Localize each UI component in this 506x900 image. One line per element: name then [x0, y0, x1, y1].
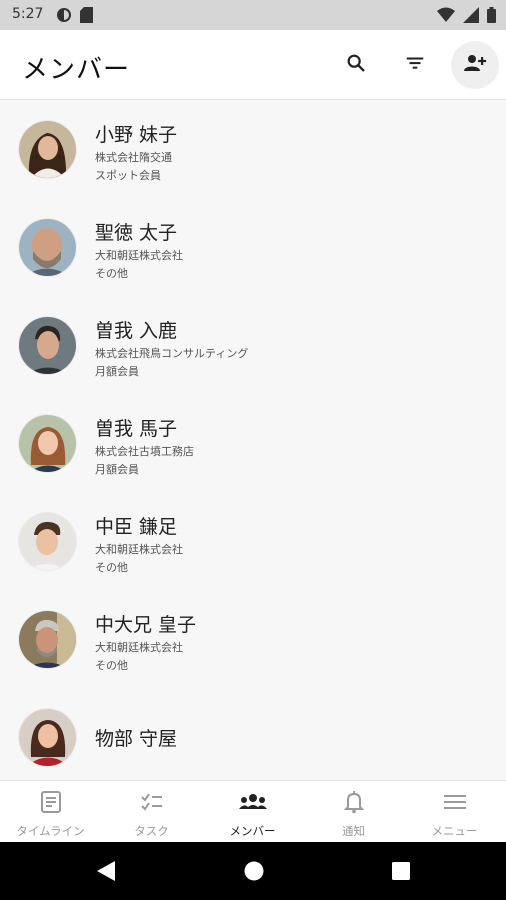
member-name: 中臣 鎌足: [95, 516, 178, 538]
bottom-navigation: タイムライン タスク メンバー 通知 メニュー: [0, 780, 506, 842]
search-button[interactable]: [332, 41, 380, 89]
tab-task[interactable]: タスク: [101, 781, 202, 843]
tab-label: 通知: [342, 824, 365, 838]
member-company: 大和朝廷株式会社: [95, 641, 183, 654]
tab-label: メンバー: [229, 824, 276, 838]
member-name: 物部 守屋: [95, 728, 178, 750]
app-bar: メンバー: [0, 30, 506, 100]
member-company: 株式会社飛鳥コンサルティング: [95, 347, 249, 360]
member-name: 聖徳 太子: [95, 222, 178, 244]
avatar: [19, 513, 76, 570]
member-type: 月額会員: [95, 463, 139, 476]
sd-card-icon: [80, 7, 93, 27]
bell-icon: [341, 789, 367, 819]
status-time: 5:27: [12, 6, 44, 22]
recents-icon[interactable]: [390, 859, 412, 887]
avatar: [19, 121, 76, 178]
member-name: 中大兄 皇子: [95, 614, 197, 636]
task-checklist-icon: [139, 789, 165, 819]
member-list-item[interactable]: 中臣 鎌足 大和朝廷株式会社 その他: [0, 492, 506, 590]
status-bar: 5:27: [0, 0, 506, 30]
timeline-icon: [38, 789, 64, 819]
avatar: [19, 611, 76, 668]
tab-menu[interactable]: メニュー: [404, 781, 505, 843]
avatar: [19, 317, 76, 374]
page-title: メンバー: [22, 55, 131, 85]
member-type: 月額会員: [95, 365, 139, 378]
member-company: 株式会社古墳工務店: [95, 445, 194, 458]
avatar: [19, 415, 76, 472]
signal-icon: [463, 7, 479, 27]
member-name: 曽我 入鹿: [95, 320, 178, 342]
add-member-button[interactable]: [451, 41, 499, 89]
avatar: [19, 709, 76, 766]
home-icon[interactable]: [243, 859, 265, 887]
member-list-item[interactable]: 曽我 馬子 株式会社古墳工務店 月額会員: [0, 394, 506, 492]
filter-button[interactable]: [391, 41, 439, 89]
members-icon: [238, 789, 268, 819]
battery-icon: [487, 7, 496, 27]
wifi-icon: [437, 7, 455, 27]
member-list-item[interactable]: 曽我 入鹿 株式会社飛鳥コンサルティング 月額会員: [0, 296, 506, 394]
tab-label: タイムライン: [16, 824, 85, 838]
member-list: 小野 妹子 株式会社隋交通 スポット会員 聖徳 太子 大和朝廷株式会社 その他 …: [0, 100, 506, 780]
member-list-item[interactable]: 物部 守屋: [0, 688, 506, 780]
member-company: 大和朝廷株式会社: [95, 543, 183, 556]
member-list-item[interactable]: 小野 妹子 株式会社隋交通 スポット会員: [0, 100, 506, 198]
search-icon: [345, 52, 367, 78]
system-navigation-bar: [0, 842, 506, 900]
member-type: その他: [95, 561, 128, 574]
filter-icon: [404, 52, 426, 78]
tab-timeline[interactable]: タイムライン: [0, 781, 101, 843]
back-icon[interactable]: [95, 859, 117, 887]
member-company: 株式会社隋交通: [95, 151, 172, 164]
tab-label: タスク: [134, 824, 169, 838]
member-type: スポット会員: [95, 169, 161, 182]
tab-label: メニュー: [431, 824, 478, 838]
member-company: 大和朝廷株式会社: [95, 249, 183, 262]
tab-notifications[interactable]: 通知: [303, 781, 404, 843]
member-type: その他: [95, 659, 128, 672]
sync-icon: [56, 7, 72, 27]
member-name: 曽我 馬子: [95, 418, 178, 440]
menu-icon: [442, 789, 468, 819]
member-list-item[interactable]: 中大兄 皇子 大和朝廷株式会社 その他: [0, 590, 506, 688]
avatar: [19, 219, 76, 276]
tab-members[interactable]: メンバー: [202, 781, 303, 843]
member-list-item[interactable]: 聖徳 太子 大和朝廷株式会社 その他: [0, 198, 506, 296]
member-name: 小野 妹子: [95, 124, 178, 146]
member-type: その他: [95, 267, 128, 280]
add-user-icon: [463, 51, 487, 79]
